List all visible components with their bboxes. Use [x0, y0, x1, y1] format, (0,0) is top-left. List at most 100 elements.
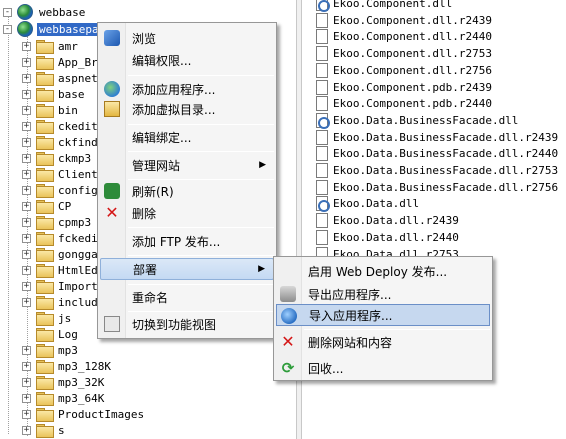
menu-item-switch-to-features-view[interactable]: 切换到功能视图 [100, 313, 274, 335]
tree-node-label[interactable]: js [56, 312, 73, 325]
tree-node-folder[interactable]: + mp3 [22, 342, 80, 358]
expand-icon[interactable]: + [22, 265, 31, 275]
file-list-item[interactable]: Ekoo.Data.BusinessFacade.dll [316, 112, 518, 129]
expand-icon[interactable]: + [22, 41, 31, 51]
tree-node-folder[interactable]: + Import [22, 278, 100, 294]
tree-node-folder[interactable]: + config [22, 182, 100, 198]
file-list-item[interactable]: Ekoo.Data.BusinessFacade.dll.r2753 [316, 162, 558, 179]
expand-icon[interactable]: + [22, 281, 31, 291]
menu-item-add-ftp-publishing[interactable]: 添加 FTP 发布... [100, 230, 274, 252]
tree-node-label[interactable]: bin [56, 104, 80, 117]
file-list-item[interactable]: Ekoo.Data.dll.r2440 [316, 229, 459, 246]
tree-node-label[interactable]: mp3_64K [56, 392, 106, 405]
expand-icon[interactable]: + [22, 425, 31, 435]
tree-node-label[interactable]: CP [56, 200, 73, 213]
menu-item-edit-bindings[interactable]: 编辑绑定... [100, 126, 274, 148]
expand-icon[interactable]: + [22, 153, 31, 163]
tree-node-label[interactable]: webbase [37, 6, 87, 19]
menu-item-add-application[interactable]: 添加应用程序... [100, 78, 274, 100]
expand-icon[interactable]: + [22, 377, 31, 387]
file-list-item[interactable]: Ekoo.Component.dll.r2440 [316, 28, 492, 45]
expand-icon[interactable]: + [22, 169, 31, 179]
tree-node-folder[interactable]: + ckedit [22, 118, 100, 134]
tree-node-folder[interactable]: + mp3_128K [22, 358, 113, 374]
tree-node-label[interactable]: fckedi [56, 232, 100, 245]
tree-node-label[interactable]: amr [56, 40, 80, 53]
tree-node-folder[interactable]: + App_Br [22, 54, 100, 70]
expand-icon[interactable]: + [22, 345, 31, 355]
file-list-item[interactable]: Ekoo.Component.pdb.r2439 [316, 79, 492, 96]
tree-node-folder[interactable]: + ProductImages [22, 406, 146, 422]
tree-node-label[interactable]: gongga [56, 248, 100, 261]
tree-node-folder[interactable]: + gongga [22, 246, 100, 262]
tree-node-label[interactable]: base [56, 88, 87, 101]
expand-icon[interactable]: + [22, 409, 31, 419]
tree-node-label[interactable]: HtmlEd [56, 264, 100, 277]
file-list-item[interactable]: Ekoo.Data.BusinessFacade.dll.r2756 [316, 179, 558, 196]
file-list-item[interactable]: Ekoo.Data.dll [316, 195, 419, 213]
expand-icon[interactable]: + [22, 73, 31, 83]
tree-node-label[interactable]: aspnet [56, 72, 100, 85]
tree-node-folder[interactable]: + ckfind [22, 134, 100, 150]
tree-node-folder[interactable]: +Log [22, 326, 80, 342]
file-list-item[interactable]: Ekoo.Component.dll [316, 0, 452, 12]
tree-node-label[interactable]: mp3_128K [56, 360, 113, 373]
tree-node-label[interactable]: Client [56, 168, 100, 181]
tree-node-site[interactable]: - webbase [3, 4, 87, 20]
tree-node-label[interactable]: ckmp3 [56, 152, 93, 165]
tree-node-folder[interactable]: + HtmlEd [22, 262, 100, 278]
menu-item-enable-web-deploy[interactable]: 启用 Web Deploy 发布... [276, 260, 490, 282]
file-list-item[interactable]: Ekoo.Component.dll.r2439 [316, 12, 492, 29]
expand-icon[interactable]: + [22, 297, 31, 307]
tree-node-folder[interactable]: + fckedi [22, 230, 100, 246]
expand-icon[interactable]: + [22, 121, 31, 131]
tree-node-folder[interactable]: + aspnet [22, 70, 100, 86]
tree-node-folder[interactable]: + s [22, 422, 67, 438]
tree-node-folder[interactable]: + includ [22, 294, 100, 310]
tree-node-folder[interactable]: + mp3_32K [22, 374, 106, 390]
tree-node-label[interactable]: mp3_32K [56, 376, 106, 389]
expand-icon[interactable]: + [22, 233, 31, 243]
expand-icon[interactable]: + [22, 137, 31, 147]
menu-item-recycle[interactable]: ⟳ 回收... [276, 357, 490, 379]
tree-node-label[interactable]: cpmp3 [56, 216, 93, 229]
tree-node-label[interactable]: ckfind [56, 136, 100, 149]
tree-node-folder[interactable]: + bin [22, 102, 80, 118]
menu-item-add-virtual-directory[interactable]: 添加虚拟目录... [100, 98, 274, 120]
tree-node-label[interactable]: config [56, 184, 100, 197]
file-list-item[interactable]: Ekoo.Data.BusinessFacade.dll.r2439 [316, 129, 558, 146]
tree-node-label[interactable]: Import [56, 280, 100, 293]
tree-node-site-selected[interactable]: - webbasepa [3, 21, 101, 37]
menu-item-refresh[interactable]: 刷新(R) [100, 180, 274, 202]
expand-icon[interactable]: + [22, 185, 31, 195]
menu-item-rename[interactable]: 重命名 [100, 286, 274, 308]
menu-item-delete-site-and-content[interactable]: ✕ 删除网站和内容 [276, 331, 490, 353]
file-list-item[interactable]: Ekoo.Data.BusinessFacade.dll.r2440 [316, 145, 558, 162]
menu-item-import-application[interactable]: 导入应用程序... [276, 304, 490, 326]
tree-node-folder[interactable]: + amr [22, 38, 80, 54]
menu-item-deploy[interactable]: 部署 ▶ [100, 258, 274, 280]
collapse-icon[interactable]: - [3, 7, 12, 17]
tree-node-folder[interactable]: + cpmp3 [22, 214, 93, 230]
menu-item-browse[interactable]: 浏览 [100, 27, 274, 49]
menu-item-edit-permissions[interactable]: 编辑权限... [100, 49, 274, 71]
file-list-item[interactable]: Ekoo.Component.pdb.r2440 [316, 95, 492, 112]
tree-node-folder[interactable]: + base [22, 86, 87, 102]
file-list-item[interactable]: Ekoo.Component.dll.r2753 [316, 45, 492, 62]
expand-icon[interactable]: + [22, 105, 31, 115]
tree-node-folder[interactable]: + mp3_64K [22, 390, 106, 406]
tree-node-folder[interactable]: + Client [22, 166, 100, 182]
collapse-icon[interactable]: - [3, 24, 12, 34]
expand-icon[interactable]: + [22, 217, 31, 227]
expand-icon[interactable]: + [22, 201, 31, 211]
expand-icon[interactable]: + [22, 361, 31, 371]
expand-icon[interactable]: + [22, 393, 31, 403]
tree-node-label[interactable]: Log [56, 328, 80, 341]
expand-icon[interactable]: + [22, 57, 31, 67]
tree-node-label[interactable]: ProductImages [56, 408, 146, 421]
tree-node-folder[interactable]: + ckmp3 [22, 150, 93, 166]
tree-node-label[interactable]: includ [56, 296, 100, 309]
expand-icon[interactable]: + [22, 89, 31, 99]
tree-node-label[interactable]: s [56, 424, 67, 437]
tree-node-label[interactable]: App_Br [56, 56, 100, 69]
